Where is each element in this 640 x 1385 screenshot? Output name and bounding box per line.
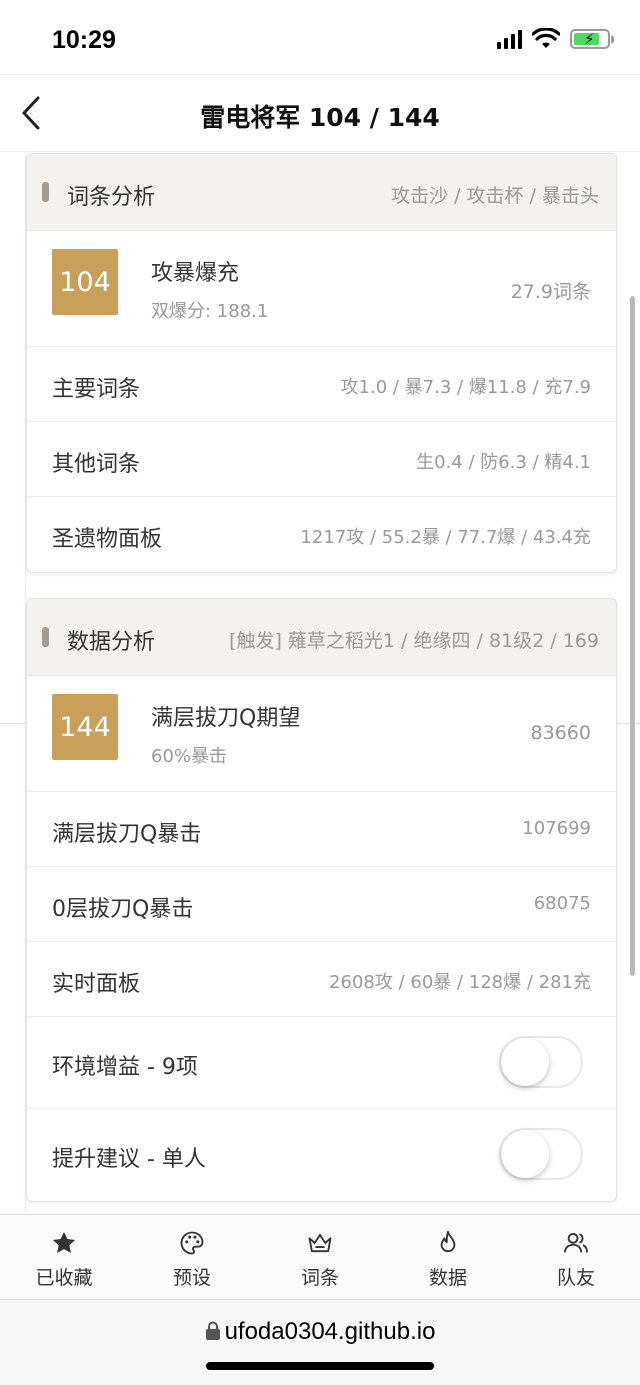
header-accent-bar (42, 627, 49, 647)
tab-label: 数据 (428, 1267, 467, 1289)
card-header: 词条分析 攻击沙 / 攻击杯 / 暴击头 (27, 154, 616, 231)
toggle-row-suggestions: 提升建议 - 单人 (27, 1109, 616, 1201)
list-item[interactable]: 0层拔刀Q暴击 68075 (27, 867, 616, 942)
scrollbar[interactable] (630, 296, 635, 976)
browser-address-bar[interactable]: ufoda0304.github.io (0, 1300, 640, 1385)
tab-teammates[interactable]: 队友 (512, 1215, 640, 1299)
card-title: 数据分析 (67, 630, 156, 655)
metric-value: 83660 (530, 722, 591, 744)
row-value: 68075 (533, 893, 591, 914)
suggestions-toggle[interactable] (499, 1128, 583, 1180)
score-badge: 144 (52, 694, 118, 760)
status-bar: 10:29 ⚡ (0, 0, 640, 78)
star-icon (52, 1231, 76, 1254)
damage-card: 数据分析 [触发] 薙草之稻光1 / 绝缘四 / 81级2 / 169 144 … (26, 598, 617, 1202)
row-label: 圣遗物面板 (52, 527, 163, 552)
tab-label: 队友 (556, 1267, 595, 1289)
signal-icon (497, 29, 522, 49)
tab-label: 词条 (300, 1267, 339, 1289)
flame-icon (440, 1230, 456, 1253)
tab-presets[interactable]: 预设 (128, 1215, 256, 1299)
list-item[interactable]: 其他词条 生0.4 / 防6.3 / 精4.1 (27, 422, 616, 497)
score-row[interactable]: 104 攻暴爆充 双爆分: 188.1 27.9词条 (27, 231, 616, 347)
page-title: 雷电将军 104 / 144 (200, 103, 440, 132)
score-row[interactable]: 144 满层拔刀Q期望 60%暴击 83660 (27, 676, 616, 792)
toggle-knob (501, 1038, 549, 1086)
status-icons: ⚡ (497, 28, 614, 50)
buffs-toggle[interactable] (499, 1036, 583, 1088)
list-item[interactable]: 满层拔刀Q暴击 107699 (27, 792, 616, 867)
list-item[interactable]: 主要词条 攻1.0 / 暴7.3 / 爆11.8 / 充7.9 (27, 347, 616, 422)
crown-icon (308, 1233, 332, 1253)
toggle-label: 环境增益 - 9项 (52, 1055, 198, 1080)
wifi-icon (532, 28, 560, 48)
card-subtitle: [触发] 薙草之稻光1 / 绝缘四 / 81级2 / 169 (229, 630, 599, 652)
url-text: ufoda0304.github.io (224, 1318, 436, 1345)
tab-label: 预设 (172, 1267, 211, 1289)
list-item[interactable]: 实时面板 2608攻 / 60暴 / 128爆 / 281充 (27, 942, 616, 1017)
lock-icon (205, 1321, 220, 1340)
row-value: 攻1.0 / 暴7.3 / 爆11.8 / 充7.9 (340, 377, 591, 398)
nav-bar: 雷电将军 104 / 144 (0, 78, 640, 152)
row-label: 主要词条 (52, 377, 141, 402)
metric-name: 满层拔刀Q期望 (151, 706, 301, 731)
url-display: ufoda0304.github.io (0, 1318, 640, 1346)
tab-data[interactable]: 数据 (384, 1215, 512, 1299)
row-label: 0层拔刀Q暴击 (52, 897, 194, 922)
crit-value: 双爆分: 188.1 (151, 301, 269, 322)
list-item[interactable]: 圣遗物面板 1217攻 / 55.2暴 / 77.7爆 / 43.4充 (27, 497, 616, 572)
toggle-knob (501, 1130, 549, 1178)
row-value: 107699 (522, 818, 591, 839)
tab-label: 已收藏 (35, 1267, 93, 1289)
palette-icon (180, 1231, 204, 1255)
tab-favorites[interactable]: 已收藏 (0, 1215, 128, 1299)
card-header: 数据分析 [触发] 薙草之稻光1 / 绝缘四 / 81级2 / 169 (27, 599, 616, 676)
card-title: 词条分析 (67, 185, 156, 210)
build-name: 攻暴爆充 (151, 261, 240, 286)
row-value: 2608攻 / 60暴 / 128爆 / 281充 (329, 972, 591, 993)
crit-rate: 60%暴击 (151, 746, 228, 767)
home-indicator[interactable] (206, 1362, 434, 1370)
total-substats: 27.9词条 (510, 281, 591, 303)
header-accent-bar (42, 182, 49, 202)
row-value: 1217攻 / 55.2暴 / 77.7爆 / 43.4充 (300, 527, 591, 548)
tab-bar: 已收藏 预设 词条 数据 队友 (0, 1214, 640, 1300)
row-label: 实时面板 (52, 972, 141, 997)
status-time: 10:29 (52, 26, 116, 54)
score-badge: 104 (52, 249, 118, 315)
users-icon (563, 1232, 589, 1253)
card-subtitle: 攻击沙 / 攻击杯 / 暴击头 (391, 185, 599, 207)
tab-substats[interactable]: 词条 (256, 1215, 384, 1299)
toggle-label: 提升建议 - 单人 (52, 1147, 206, 1172)
row-value: 生0.4 / 防6.3 / 精4.1 (416, 452, 591, 473)
row-label: 其他词条 (52, 452, 141, 477)
battery-icon: ⚡ (570, 29, 614, 49)
toggle-row-buffs: 环境增益 - 9项 (27, 1017, 616, 1109)
row-label: 满层拔刀Q暴击 (52, 822, 202, 847)
substats-card: 词条分析 攻击沙 / 攻击杯 / 暴击头 104 攻暴爆充 双爆分: 188.1… (26, 153, 617, 573)
